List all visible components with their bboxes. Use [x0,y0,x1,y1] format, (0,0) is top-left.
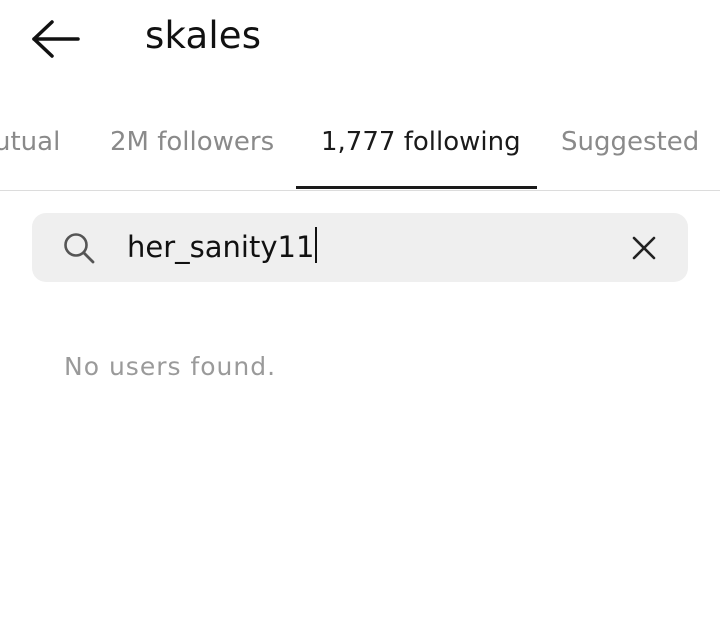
search-input[interactable]: her_sanity11 [127,225,318,269]
search-bar: her_sanity11 [32,213,688,282]
header: skales [0,0,720,80]
text-caret [315,227,318,263]
arrow-left-icon [30,18,82,60]
close-icon [628,232,660,264]
tab-mutual[interactable]: utual [0,122,60,162]
back-button[interactable] [30,18,82,60]
page-title: skales [145,14,262,57]
tab-followers[interactable]: 2M followers [110,122,274,162]
tab-suggested[interactable]: Suggested [561,122,699,162]
tab-following[interactable]: 1,777 following [321,122,521,162]
no-results-message: No users found. [64,352,277,381]
tab-bar: utual 2M followers 1,777 following Sugge… [0,108,720,191]
active-tab-indicator [296,186,537,189]
search-icon [62,231,96,265]
clear-search-button[interactable] [628,232,660,264]
search-input-value: her_sanity11 [127,230,315,264]
